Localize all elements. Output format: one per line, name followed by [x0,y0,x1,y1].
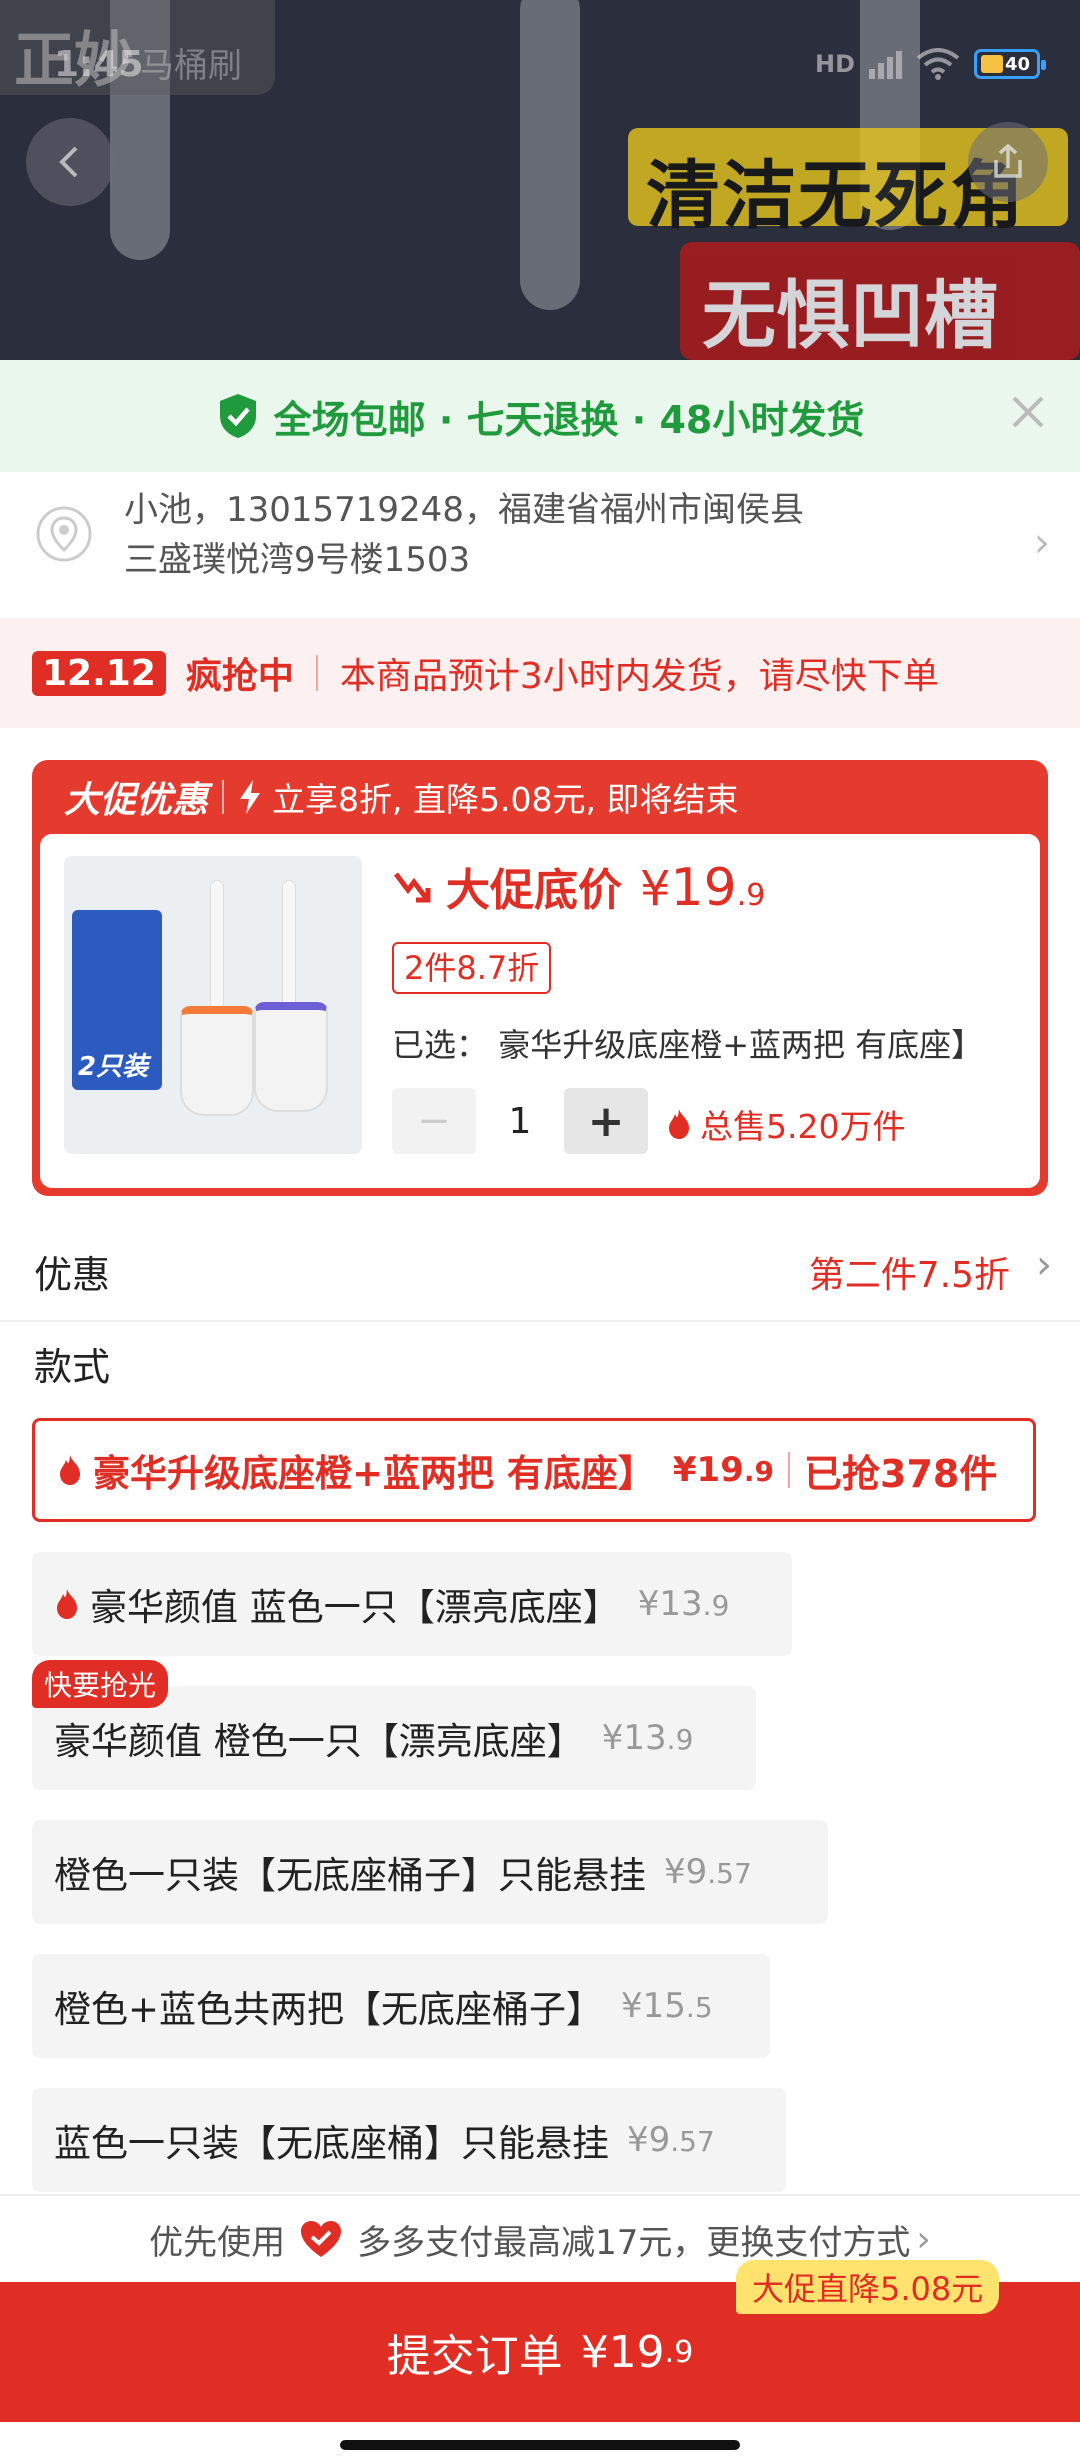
watermark-text: 马桶刷 [140,46,242,86]
signal-icon [869,49,902,79]
battery-icon: 40 [974,49,1046,79]
deal-price: 大促底价 ¥ 19 .9 [392,854,765,918]
coupon-label: 优惠 [34,1253,111,1297]
style-section-title: 款式 [34,1345,111,1389]
brush-holder-blue [254,1002,328,1112]
selected-label: 已选： [392,1026,489,1064]
chevron-left-icon [59,146,78,178]
status-icons: HD 40 [814,48,1046,80]
share-button[interactable] [968,122,1048,202]
style-option[interactable]: 蓝色一只装【无底座桶】只能悬挂 ¥9.57 [32,2088,786,2192]
product-thumbnail[interactable]: 2只装 [64,856,362,1154]
brush-holder-orange [180,1006,254,1116]
total-sold: 总售5.20万件 [666,1100,905,1148]
address-line2: 三盛璞悦湾9号楼1503 [124,540,471,580]
selected-spec: 已选： 豪华升级底座橙+蓝两把 有底座】 [392,1020,1032,1066]
fire-icon [57,1589,77,1619]
currency-symbol: ¥ [640,861,671,917]
share-icon [994,143,1022,178]
quantity-decrease-button[interactable]: − [392,1088,476,1154]
divider [315,655,318,691]
price-decimal: .9 [736,878,766,913]
option-price: ¥19.9 [672,1450,774,1490]
order-page: 正妙 马桶刷 1:45 HD 40 清洁无死角 无惧凹槽 全场包邮 · 七天退换… [0,0,1080,2460]
option-name: 豪华升级底座橙+蓝两把 有底座】 [93,1452,655,1495]
close-icon[interactable] [1006,390,1050,434]
home-indicator[interactable] [340,2440,740,2450]
banner-subline: 无惧凹槽 [680,242,1080,360]
trend-down-icon [394,872,431,903]
chevron-right-icon: › [1036,1242,1052,1288]
style-option[interactable]: 橙色+蓝色共两把【无底座桶子】 ¥15.5 [32,1954,770,2058]
coupon-value: 第二件7.5折 [808,1255,1010,1296]
divider [222,780,225,814]
wifi-icon [916,48,960,80]
submit-label: 提交订单 [386,2331,563,2382]
discount-chip: 2件8.7折 [392,942,552,994]
deal-body: 2只装 大促底价 ¥ 19 .9 2件8.7折 已选： 豪华升级底座橙+蓝两把 … [40,834,1040,1188]
image-label: 2只装 [78,1052,149,1082]
option-price: ¥9.57 [627,2120,715,2160]
shield-check-icon [219,394,256,438]
product-banner: 正妙 马桶刷 1:45 HD 40 清洁无死角 无惧凹槽 [0,0,1080,360]
submit-price-decimal: .9 [664,2334,694,2370]
location-icon [36,506,92,562]
option-name: 豪华颜值 橙色一只【漂亮底座】 [54,1720,584,1763]
option-price: ¥9.57 [664,1852,752,1892]
price-integer: 19 [670,858,737,918]
option-price: ¥13.9 [601,1718,694,1758]
discount-tag: 大促直降5.08元 [736,2260,1000,2314]
fire-icon [60,1455,80,1485]
heart-pay-icon [301,2221,342,2257]
payment-prefix: 优先使用 [149,2222,286,2263]
option-name: 橙色+蓝色共两把【无底座桶子】 [54,1988,604,2031]
shipping-promo-bar: 12.12 疯抢中 本商品预计3小时内发货，请尽快下单 [0,618,1080,728]
option-name: 豪华颜值 蓝色一只【漂亮底座】 [90,1586,620,1629]
selected-value: 豪华升级底座橙+蓝两把 有底座】 [498,1026,984,1064]
style-option-selected[interactable]: 豪华升级底座橙+蓝两把 有底座】 ¥19.9 已抢378件 [32,1418,1036,1522]
promo-date-tag: 12.12 [32,650,166,696]
checkout-sheet: 全场包邮 · 七天退换 · 48小时发货 小池，13015719248，福建省福… [0,360,1080,2460]
chevron-right-icon: › [916,2218,931,2260]
brush-image [520,0,580,310]
signal-hd: HD [814,50,855,78]
address-row[interactable]: 小池，13015719248，福建省福州市闽侯县 三盛璞悦湾9号楼1503 › [0,472,1080,600]
selling-fast-badge: 快要抢光 [32,1660,169,1708]
payment-text: 多多支付最高减17元，更换支付方式 [357,2222,911,2263]
battery-level: 40 [1005,53,1031,75]
style-option[interactable]: 豪华颜值 蓝色一只【漂亮底座】 ¥13.9 [32,1552,792,1656]
submit-price: ¥19 [580,2326,665,2378]
guarantee-bar: 全场包邮 · 七天退换 · 48小时发货 [0,360,1080,472]
style-option[interactable]: 橙色一只装【无底座桶子】只能悬挂 ¥9.57 [32,1820,828,1924]
option-price: ¥13.9 [637,1584,730,1624]
banner-line2: 无惧凹槽 [702,273,998,359]
option-name: 橙色一只装【无底座桶子】只能悬挂 [54,1854,646,1897]
deal-card: 大促优惠 立享8折, 直降5.08元, 即将结束 2只装 大促底价 ¥ 19 .… [32,760,1048,1196]
deal-header: 大促优惠 立享8折, 直降5.08元, 即将结束 [32,760,1048,834]
total-sold-text: 总售5.20万件 [700,1107,906,1146]
promo-message: 本商品预计3小时内发货，请尽快下单 [339,656,939,697]
chevron-right-icon: › [1034,520,1050,566]
deal-message: 立享8折, 直降5.08元, 即将结束 [272,780,739,819]
quantity-value[interactable]: 1 [476,1088,564,1154]
deal-price-label: 大促底价 [446,865,622,916]
fire-icon [669,1109,689,1139]
option-sold: 已抢378件 [804,1451,998,1496]
option-price: ¥15.5 [621,1986,713,2026]
address-line1: 小池，13015719248，福建省福州市闽侯县 [124,490,804,530]
brush-handle [210,880,224,1020]
deal-title: 大促优惠 [64,780,209,821]
lightning-icon [240,780,261,814]
status-time: 1:45 [54,44,144,85]
divider [788,1452,790,1488]
back-button[interactable] [26,118,114,206]
brush-handle [282,880,296,1020]
option-name: 蓝色一只装【无底座桶】只能悬挂 [54,2122,609,2165]
guarantee-text: 全场包邮 · 七天退换 · 48小时发货 [273,397,865,442]
promo-label: 疯抢中 [185,656,294,697]
quantity-increase-button[interactable]: + [564,1088,648,1154]
coupon-row[interactable]: 优惠 第二件7.5折 › [0,1212,1080,1322]
